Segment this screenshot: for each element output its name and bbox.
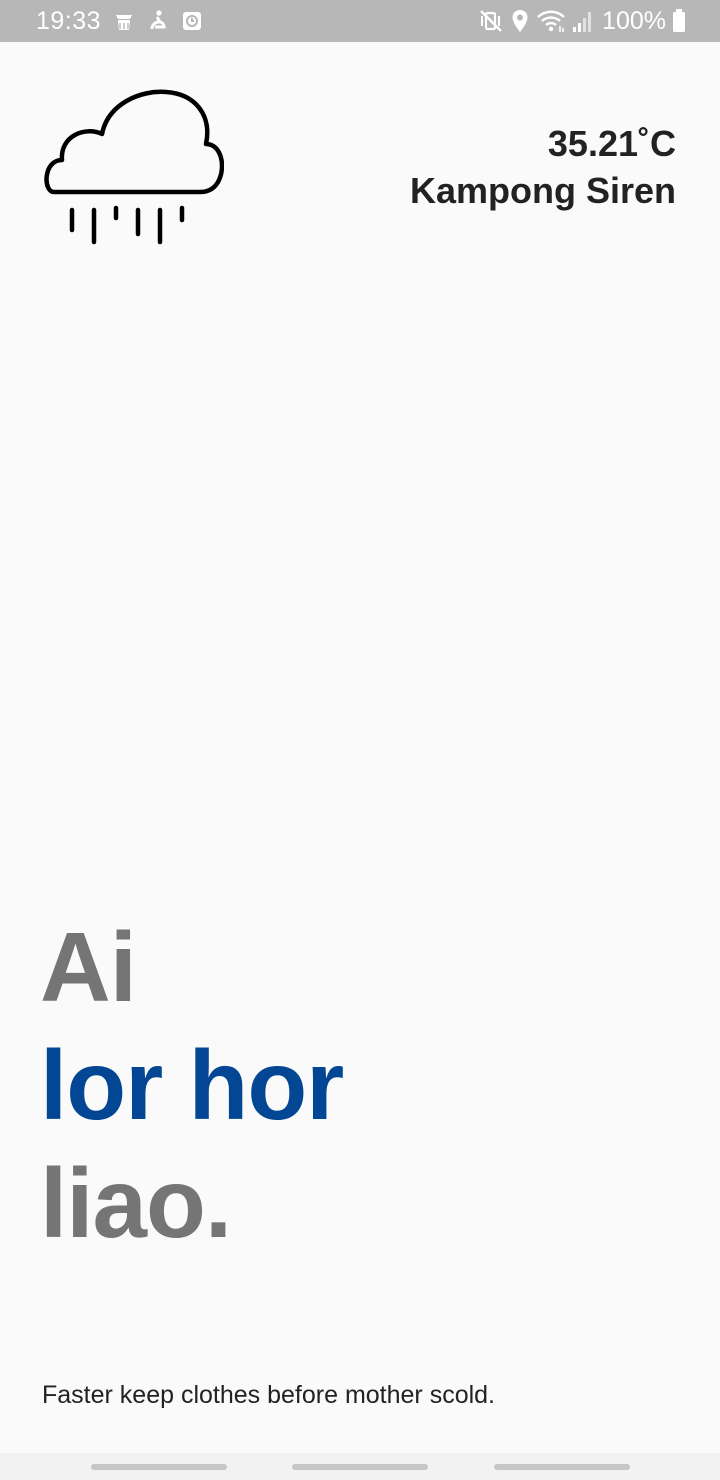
rain-cloud-icon (40, 86, 225, 248)
nav-back-button[interactable] (494, 1464, 630, 1470)
wifi-icon (536, 8, 566, 34)
status-left-icons (112, 9, 204, 33)
temperature-value: 35.21 (547, 123, 638, 164)
battery-icon (672, 8, 686, 34)
nav-recents-button[interactable] (91, 1464, 227, 1470)
location-icon (510, 8, 530, 34)
android-debug-icon (112, 9, 136, 33)
temperature: 35.21˚C (410, 122, 676, 166)
headline-line-3: liao. (40, 1148, 232, 1258)
status-time: 19:33 (36, 7, 102, 35)
status-bar: 19:33 100% (0, 0, 720, 42)
headline-line-1: Ai (40, 912, 137, 1022)
mute-vibrate-icon (478, 8, 504, 34)
headline-line-2: lor hor (40, 1030, 344, 1140)
tagline: Faster keep clothes before mother scold. (42, 1381, 496, 1409)
weather-info: 35.21˚C Kampong Siren (410, 122, 676, 213)
status-right-icons: 100% (478, 7, 686, 35)
location-name: Kampong Siren (409, 170, 676, 211)
temperature-unit: ˚C (638, 123, 676, 164)
navigation-bar (0, 1453, 720, 1480)
signal-icon (572, 8, 594, 34)
accessibility-icon (146, 9, 170, 33)
nav-home-button[interactable] (292, 1464, 428, 1470)
screen-record-icon (180, 9, 204, 33)
headline: Ai lor hor liao. (40, 908, 344, 1262)
battery-percent: 100% (602, 7, 666, 35)
